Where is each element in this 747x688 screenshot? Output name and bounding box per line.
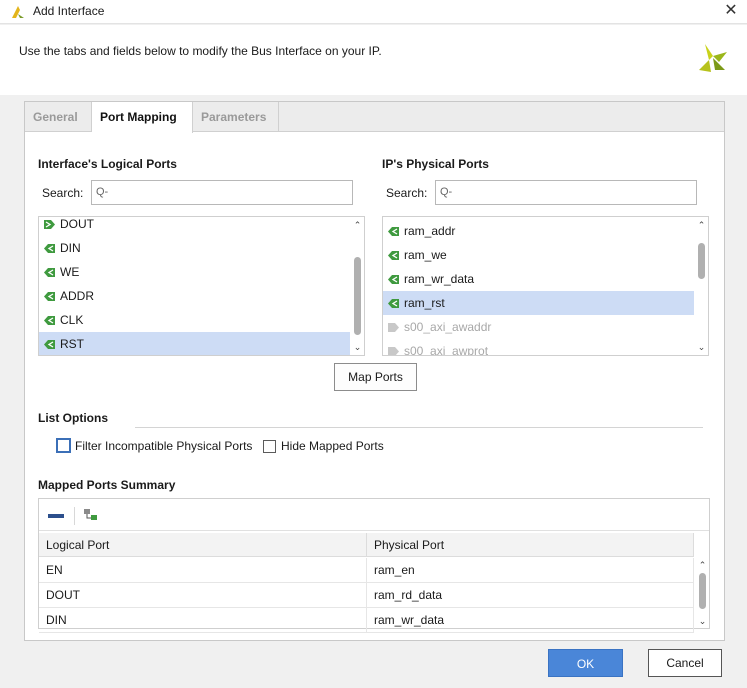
physical-search-input[interactable]: Q- bbox=[435, 180, 697, 205]
remove-icon[interactable] bbox=[48, 514, 64, 518]
toolbar-separator bbox=[74, 507, 75, 525]
scroll-thumb[interactable] bbox=[354, 257, 361, 335]
port-name: CLK bbox=[60, 313, 84, 327]
ok-button[interactable]: OK bbox=[548, 649, 623, 677]
scroll-down-icon[interactable]: ⌄ bbox=[351, 341, 364, 353]
port-list-item[interactable]: s00_axi_awaddr bbox=[383, 315, 694, 339]
cancel-button[interactable]: Cancel bbox=[648, 649, 722, 677]
input-port-icon bbox=[388, 275, 399, 285]
logical-scrollbar[interactable]: ⌃ ⌄ bbox=[351, 217, 364, 355]
physical-ports-list[interactable]: ram_addr ram_we ram_wr_data ram_rst s00_axi_… bbox=[382, 216, 709, 356]
logical-port-cell[interactable]: EN bbox=[39, 558, 367, 583]
port-name: ADDR bbox=[60, 289, 95, 303]
port-list-item[interactable]: s00_axi_awprot bbox=[383, 339, 694, 356]
disabled-port-icon bbox=[388, 323, 399, 333]
physical-port-cell[interactable]: ram_wr_data bbox=[367, 608, 694, 633]
port-name: DOUT bbox=[60, 217, 94, 231]
title-bar: Add Interface ✕ bbox=[0, 0, 747, 24]
input-port-icon bbox=[388, 227, 399, 237]
scroll-up-icon[interactable]: ⌃ bbox=[351, 219, 364, 231]
filter-incompatible-checkbox[interactable] bbox=[56, 438, 71, 453]
physical-port-cell[interactable]: ram_rd_data bbox=[367, 583, 694, 608]
vivado-app-icon bbox=[12, 6, 24, 18]
port-list-item[interactable]: ram_we bbox=[383, 243, 694, 267]
window-title: Add Interface bbox=[33, 4, 105, 18]
port-name: s00_axi_awaddr bbox=[404, 320, 492, 334]
port-name: ram_rst bbox=[404, 296, 445, 310]
port-name: ram_we bbox=[404, 248, 447, 262]
input-port-icon bbox=[44, 316, 55, 326]
logical-search-label: Search: bbox=[42, 186, 84, 200]
scroll-up-icon[interactable]: ⌃ bbox=[696, 559, 709, 571]
port-name: s00_axi_awprot bbox=[404, 344, 489, 356]
divider bbox=[135, 427, 703, 428]
tab-general[interactable]: General bbox=[25, 102, 92, 132]
logical-port-cell[interactable]: DOUT bbox=[39, 583, 367, 608]
scroll-up-icon[interactable]: ⌃ bbox=[695, 219, 708, 231]
port-list-item[interactable]: DIN bbox=[39, 236, 350, 260]
port-list-item[interactable]: ram_addr bbox=[383, 219, 694, 243]
port-name: ram_addr bbox=[404, 224, 456, 238]
scroll-thumb[interactable] bbox=[698, 243, 705, 279]
output-port-icon bbox=[44, 220, 55, 230]
port-name: WE bbox=[60, 265, 80, 279]
logical-port-cell[interactable]: DIN bbox=[39, 608, 367, 633]
mapped-ports-table: Logical Port Physical Port EN ram_en DOUT r… bbox=[38, 498, 710, 633]
port-name: DIN bbox=[60, 241, 81, 255]
port-list-item[interactable]: CLK bbox=[39, 308, 350, 332]
port-list-item[interactable]: ADDR bbox=[39, 284, 350, 308]
physical-search-label: Search: bbox=[386, 186, 428, 200]
port-list-item[interactable]: RST bbox=[39, 332, 350, 355]
scroll-down-icon[interactable]: ⌄ bbox=[696, 615, 709, 627]
tab-bar: General Port Mapping Parameters bbox=[25, 102, 724, 133]
hide-mapped-label: Hide Mapped Ports bbox=[281, 439, 384, 453]
list-options-heading: List Options bbox=[38, 411, 108, 425]
input-port-icon bbox=[44, 268, 55, 278]
search-placeholder: Q- bbox=[96, 186, 109, 198]
tab-port-mapping[interactable]: Port Mapping bbox=[92, 102, 193, 133]
input-port-icon bbox=[44, 244, 55, 254]
column-header-logical[interactable]: Logical Port bbox=[39, 533, 367, 557]
port-list-item[interactable]: DOUT bbox=[39, 217, 350, 236]
input-port-icon bbox=[388, 299, 399, 309]
input-port-icon bbox=[44, 292, 55, 302]
tab-parameters[interactable]: Parameters bbox=[193, 102, 279, 132]
logical-ports-heading: Interface's Logical Ports bbox=[38, 157, 177, 171]
input-port-icon bbox=[388, 251, 399, 261]
physical-scrollbar[interactable]: ⌃ ⌄ bbox=[695, 217, 708, 355]
summary-heading: Mapped Ports Summary bbox=[38, 478, 176, 492]
xilinx-logo-icon bbox=[699, 44, 727, 72]
port-list-item[interactable]: ram_wr_data bbox=[383, 267, 694, 291]
summary-toolbar bbox=[39, 499, 709, 531]
input-port-icon bbox=[44, 340, 55, 350]
port-name: ram_wr_data bbox=[404, 272, 475, 286]
physical-ports-heading: IP's Physical Ports bbox=[382, 157, 489, 171]
scroll-down-icon[interactable]: ⌄ bbox=[695, 341, 708, 353]
auto-map-icon[interactable] bbox=[83, 508, 99, 522]
hide-mapped-checkbox[interactable] bbox=[263, 440, 276, 453]
header-band bbox=[0, 25, 747, 95]
filter-incompatible-label: Filter Incompatible Physical Ports bbox=[75, 439, 253, 453]
scroll-thumb[interactable] bbox=[699, 573, 706, 609]
header-description: Use the tabs and fields below to modify … bbox=[19, 44, 382, 58]
physical-port-cell[interactable]: ram_en bbox=[367, 558, 694, 583]
port-list-item[interactable]: WE bbox=[39, 260, 350, 284]
column-header-physical[interactable]: Physical Port bbox=[367, 533, 694, 557]
logical-search-input[interactable]: Q- bbox=[91, 180, 353, 205]
search-placeholder: Q- bbox=[440, 186, 453, 198]
main-panel: General Port Mapping Parameters Interfac… bbox=[24, 101, 725, 641]
map-ports-button[interactable]: Map Ports bbox=[334, 363, 417, 391]
close-icon[interactable]: ✕ bbox=[721, 1, 741, 21]
disabled-port-icon bbox=[388, 347, 399, 355]
logical-ports-list[interactable]: DOUT DIN WE ADDR CLK RST ⌃ ⌄ bbox=[38, 216, 365, 356]
summary-scrollbar[interactable]: ⌃ ⌄ bbox=[696, 557, 709, 628]
port-name: RST bbox=[60, 337, 84, 351]
port-list-item[interactable]: ram_rst bbox=[383, 291, 694, 315]
